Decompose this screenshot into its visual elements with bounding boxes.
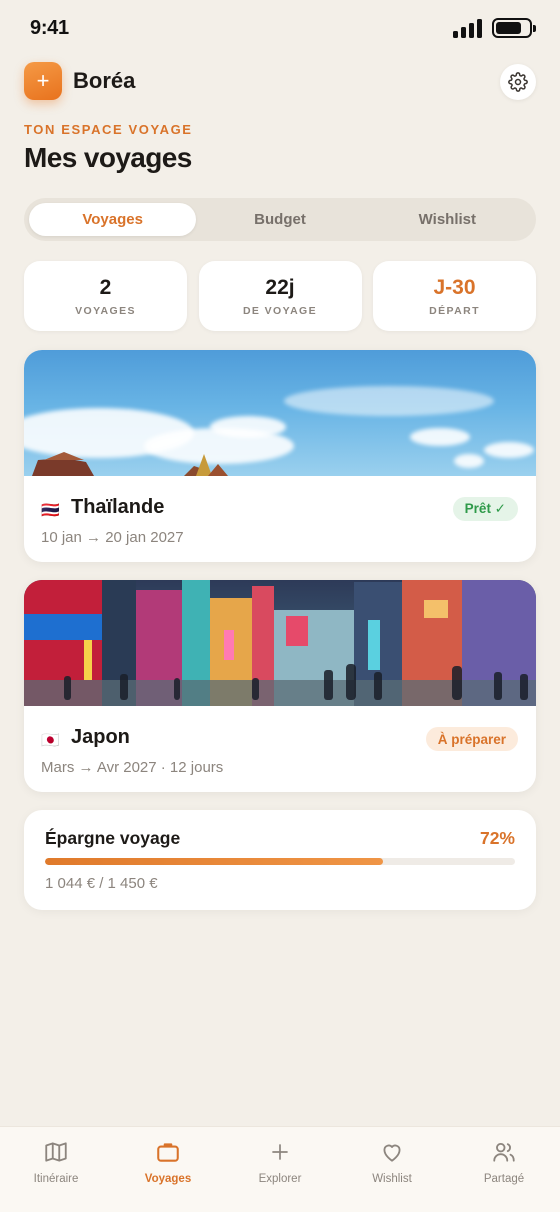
gear-icon	[508, 72, 528, 92]
stat-card-trips: 2 VOYAGES	[24, 261, 187, 331]
tab-label: Itinéraire	[33, 1173, 79, 1185]
app-screen: 9:41 + Boréa TON ESPACE VOYAGE Mes voyag…	[0, 0, 560, 1212]
app-header: + Boréa	[24, 60, 536, 102]
savings-card[interactable]: Épargne voyage 72% 1 044 € / 1 450 €	[24, 810, 536, 910]
savings-percent: 72%	[479, 828, 515, 848]
savings-title: Épargne voyage	[45, 828, 181, 848]
status-badge: À préparer	[425, 727, 518, 751]
stat-card-departure: J-30 DÉPART	[373, 261, 536, 331]
flag-japan-icon: 🇯🇵	[41, 732, 60, 749]
stat-label: VOYAGES	[75, 304, 136, 317]
trip-info: 🇯🇵 Japon Mars → Avr 2027 · 12 jours À pr…	[24, 706, 536, 792]
trip-dates: 10 jan → 20 jan 2027	[41, 529, 184, 546]
status-bar: 9:41	[0, 0, 560, 60]
stat-value: 22j	[265, 275, 295, 299]
tab-bar-partage[interactable]: Partagé	[448, 1127, 560, 1212]
page-title: Mes voyages	[24, 142, 192, 173]
tab-bar-voyages[interactable]: Voyages	[112, 1127, 224, 1212]
tab-label: Wishlist	[372, 1173, 412, 1185]
tab-budget[interactable]: Budget	[196, 203, 363, 236]
trip-name: Thaïlande	[71, 496, 165, 518]
map-icon	[45, 1142, 67, 1162]
trip-photo-thailand	[24, 350, 536, 476]
stats-row: 2 VOYAGES 22j DE VOYAGE J-30 DÉPART	[24, 261, 536, 331]
trip-name: Japon	[71, 726, 130, 748]
stat-label: DÉPART	[429, 304, 480, 317]
status-icons	[453, 18, 536, 38]
users-icon	[493, 1142, 515, 1162]
trip-photo-japan	[24, 580, 536, 706]
tab-voyages[interactable]: Voyages	[29, 203, 197, 236]
settings-button[interactable]	[500, 64, 536, 100]
status-time: 9:41	[30, 17, 69, 39]
plus-icon	[272, 1144, 288, 1160]
app-name: Boréa	[73, 68, 136, 93]
tab-bar-explorer[interactable]: Explorer	[224, 1127, 336, 1212]
tab-label: Voyages	[144, 1173, 192, 1185]
stat-label: DE VOYAGE	[242, 304, 318, 317]
tab-bar-wishlist[interactable]: Wishlist	[336, 1127, 448, 1212]
trip-info: 🇹🇭 Thaïlande 10 jan → 20 jan 2027 Prêt ✓	[24, 476, 536, 562]
battery-icon	[492, 18, 536, 38]
tab-label: Explorer	[258, 1173, 302, 1185]
tab-bar-itineraire[interactable]: Itinéraire	[0, 1127, 112, 1212]
trip-card-thailand[interactable]: 🇹🇭 Thaïlande 10 jan → 20 jan 2027 Prêt ✓	[24, 350, 536, 562]
stat-value: J-30	[433, 275, 476, 299]
suitcase-icon	[157, 1143, 179, 1162]
stat-value: 2	[99, 275, 112, 299]
section-eyebrow: TON ESPACE VOYAGE	[24, 122, 193, 137]
flag-thailand-icon: 🇹🇭	[41, 502, 60, 519]
savings-amount: 1 044 € / 1 450 €	[45, 875, 158, 892]
stat-card-days: 22j DE VOYAGE	[198, 261, 362, 331]
bottom-tab-bar: Itinéraire Voyages Explorer Wishlist Par…	[0, 1126, 560, 1212]
savings-progress-fill	[45, 858, 384, 865]
status-badge: Prêt ✓	[452, 497, 518, 521]
trip-dates: Mars → Avr 2027 · 12 jours	[41, 759, 224, 776]
app-logo: +	[24, 62, 62, 100]
savings-progress-bar	[45, 858, 515, 865]
heart-icon	[383, 1144, 401, 1162]
signal-icon	[453, 18, 482, 38]
trip-card-japan[interactable]: 🇯🇵 Japon Mars → Avr 2027 · 12 jours À pr…	[24, 580, 536, 792]
tab-label: Partagé	[483, 1173, 525, 1185]
tab-wishlist[interactable]: Wishlist	[364, 203, 531, 236]
segmented-control: Voyages Budget Wishlist	[24, 198, 536, 241]
